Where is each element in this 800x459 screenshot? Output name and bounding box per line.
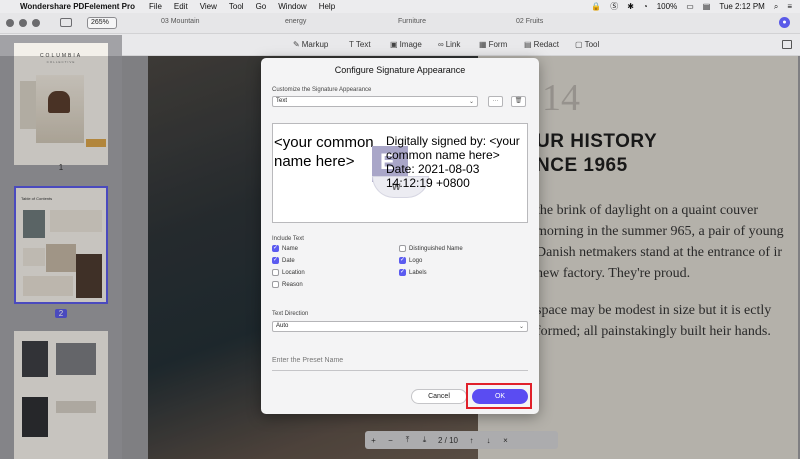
option-logo[interactable]: Logo	[399, 256, 423, 264]
option-name[interactable]: Name	[272, 244, 299, 252]
text-direction-select[interactable]: Auto ⌄	[272, 321, 528, 332]
clock[interactable]: Tue 2:12 PM	[719, 2, 765, 11]
signature-preview: <your common name here> E W Digitally si…	[272, 123, 528, 223]
tab-furniture[interactable]: Furniture	[398, 18, 426, 25]
tab-bar: 265% 03 Mountain energy Furniture 02 Fru…	[0, 13, 800, 34]
control-center-icon[interactable]: ≡	[787, 2, 792, 11]
form-tool[interactable]: ▦ Form	[479, 40, 507, 49]
image-tool[interactable]: ▣ Image	[390, 40, 422, 49]
link-icon: ∞	[438, 40, 444, 49]
option-location-label: Location	[282, 269, 305, 276]
trash-icon: 🗑	[514, 98, 523, 104]
bluetooth-icon[interactable]: ✱	[627, 2, 634, 11]
preview-name-text: <your common name here>	[274, 134, 374, 170]
checkbox-name[interactable]	[272, 244, 279, 252]
form-label: Form	[488, 40, 508, 49]
menu-tool[interactable]: Tool	[229, 2, 244, 11]
menu-view[interactable]: View	[200, 2, 217, 11]
signature-appearance-dialog: Configure Signature Appearance Customize…	[261, 58, 539, 414]
markup-label: Markup	[301, 40, 329, 49]
option-name-label: Name	[282, 245, 299, 252]
flag-icon[interactable]: ▤	[703, 2, 711, 11]
menu-bar: Wondershare PDFelement Pro File Edit Vie…	[0, 0, 800, 13]
tab-energy[interactable]: energy	[285, 18, 306, 25]
text-direction-label: Text Direction	[272, 311, 309, 317]
redact-tool[interactable]: ▤ Redact	[524, 40, 559, 49]
ok-button[interactable]: OK	[472, 389, 528, 404]
preview-details-text: Digitally signed by: <your common name h…	[386, 134, 520, 190]
close-window-button[interactable]	[6, 19, 14, 27]
option-logo-label: Logo	[409, 257, 423, 264]
dialog-title: Configure Signature Appearance	[334, 65, 466, 75]
right-panel-icon[interactable]	[782, 40, 792, 49]
tool-tool[interactable]: ▢ Tool	[575, 40, 599, 49]
option-date-label: Date	[282, 257, 295, 264]
tab-02-fruits[interactable]: 02 Fruits	[516, 18, 543, 25]
text-label: Text	[355, 40, 371, 49]
text-direction-value: Auto	[276, 323, 289, 329]
delete-button[interactable]: 🗑	[511, 96, 526, 107]
redact-icon: ▤	[524, 40, 532, 49]
menu-help[interactable]: Help	[319, 2, 335, 11]
tab-03-mountain[interactable]: 03 Mountain	[161, 18, 200, 25]
status-area: 🔒 Ⓢ ✱ ◔ 100% ▭ ▤ Tue 2:12 PM ⌕ ≡	[591, 0, 792, 13]
option-date[interactable]: Date	[272, 256, 295, 264]
redact-label: Redact	[533, 40, 559, 49]
menu-file[interactable]: File	[149, 2, 162, 11]
customize-select[interactable]: Text ⌄	[272, 96, 478, 107]
minimize-window-button[interactable]	[19, 19, 27, 27]
include-text-label: Include Text	[272, 236, 304, 242]
zoom-select[interactable]: 265%	[87, 17, 117, 29]
image-icon: ▣	[390, 40, 398, 49]
option-distinguished-name[interactable]: Distinguished Name	[399, 245, 463, 252]
checkbox-reason[interactable]	[272, 281, 279, 288]
skype-icon[interactable]: Ⓢ	[610, 1, 618, 12]
preset-name-input[interactable]: Enter the Preset Name	[272, 357, 528, 371]
image-label: Image	[399, 40, 422, 49]
option-labels-label: Labels	[409, 269, 427, 276]
option-reason-label: Reason	[282, 281, 303, 288]
customize-select-value: Text	[276, 98, 288, 104]
search-icon[interactable]: ⌕	[774, 2, 778, 12]
option-reason[interactable]: Reason	[272, 281, 303, 288]
menu-window[interactable]: Window	[278, 2, 306, 11]
lock-icon[interactable]: 🔒	[591, 2, 601, 11]
chevron-down-icon: ⌄	[518, 324, 524, 330]
markup-icon: ✎	[293, 40, 300, 49]
menu-app-name[interactable]: Wondershare PDFelement Pro	[20, 2, 135, 11]
customize-label: Customize the Signature Appearance	[272, 87, 372, 93]
checkbox-date[interactable]	[272, 256, 279, 264]
checkbox-location[interactable]	[272, 269, 279, 276]
menu-edit[interactable]: Edit	[174, 2, 188, 11]
battery-icon[interactable]: ▭	[686, 2, 694, 11]
checkbox-labels[interactable]	[399, 268, 406, 276]
text-tool[interactable]: T Text	[349, 40, 371, 49]
checkbox-distinguished-name[interactable]	[399, 245, 406, 252]
zoom-window-button[interactable]	[32, 19, 40, 27]
battery-percent[interactable]: 100%	[657, 2, 677, 11]
checkbox-logo[interactable]	[399, 256, 406, 264]
markup-tool[interactable]: ✎ Markup	[293, 40, 328, 49]
tool-icon: ▢	[575, 40, 583, 49]
option-location[interactable]: Location	[272, 269, 305, 276]
more-options-button[interactable]: ···	[488, 96, 503, 107]
sidebar-toggle-icon[interactable]	[60, 18, 72, 27]
option-distinguished-name-label: Distinguished Name	[409, 245, 463, 252]
menu-go[interactable]: Go	[256, 2, 267, 11]
cancel-button[interactable]: Cancel	[411, 389, 467, 404]
form-icon: ▦	[479, 40, 487, 49]
wifi-icon[interactable]: ◔	[643, 2, 648, 11]
option-labels[interactable]: Labels	[399, 268, 427, 276]
link-tool[interactable]: ∞ Link	[438, 40, 460, 49]
account-icon[interactable]: ●	[779, 17, 790, 28]
chevron-down-icon: ⌄	[468, 99, 474, 105]
text-icon: T	[349, 40, 354, 49]
link-label: Link	[445, 40, 461, 49]
window-controls	[6, 19, 40, 27]
tool-label: Tool	[584, 40, 600, 49]
